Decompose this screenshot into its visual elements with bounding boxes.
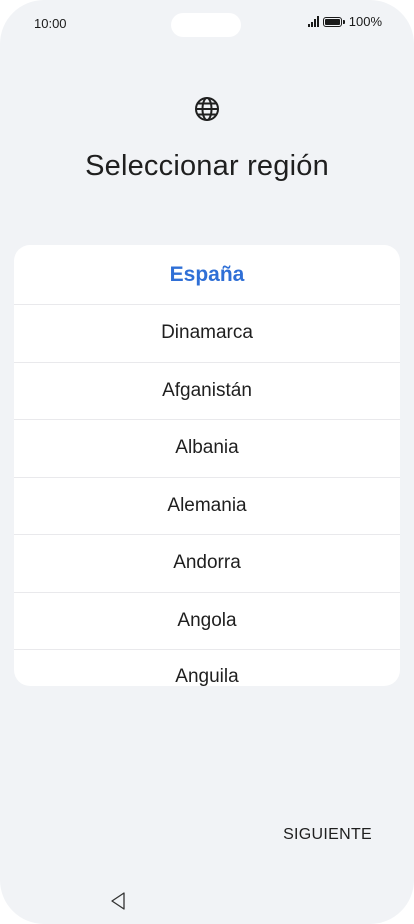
phone-screen: 10:00 100% Seleccionar región España Din… [0, 0, 414, 924]
region-item[interactable]: Dinamarca [14, 305, 400, 363]
battery-icon [322, 16, 345, 27]
region-item[interactable]: Alemania [14, 478, 400, 535]
globe-icon [195, 97, 219, 121]
camera-cutout [171, 13, 241, 37]
next-button[interactable]: SIGUIENTE [283, 826, 372, 844]
status-bar: 10:00 100% [0, 0, 414, 48]
status-time: 10:00 [34, 16, 67, 31]
back-nav-icon[interactable] [108, 890, 128, 912]
status-indicators: 100% [307, 14, 382, 29]
region-list[interactable]: España Dinamarca Afganistán Albania Alem… [14, 245, 400, 686]
signal-icon [307, 16, 319, 27]
region-item[interactable]: Andorra [14, 535, 400, 593]
page-title: Seleccionar región [85, 150, 329, 182]
region-item[interactable]: Afganistán [14, 363, 400, 420]
region-item[interactable]: Angola [14, 593, 400, 650]
region-item[interactable]: Anguila [14, 650, 400, 686]
battery-level: 100% [348, 14, 382, 29]
region-item[interactable]: Albania [14, 420, 400, 478]
region-item-selected[interactable]: España [14, 245, 400, 305]
